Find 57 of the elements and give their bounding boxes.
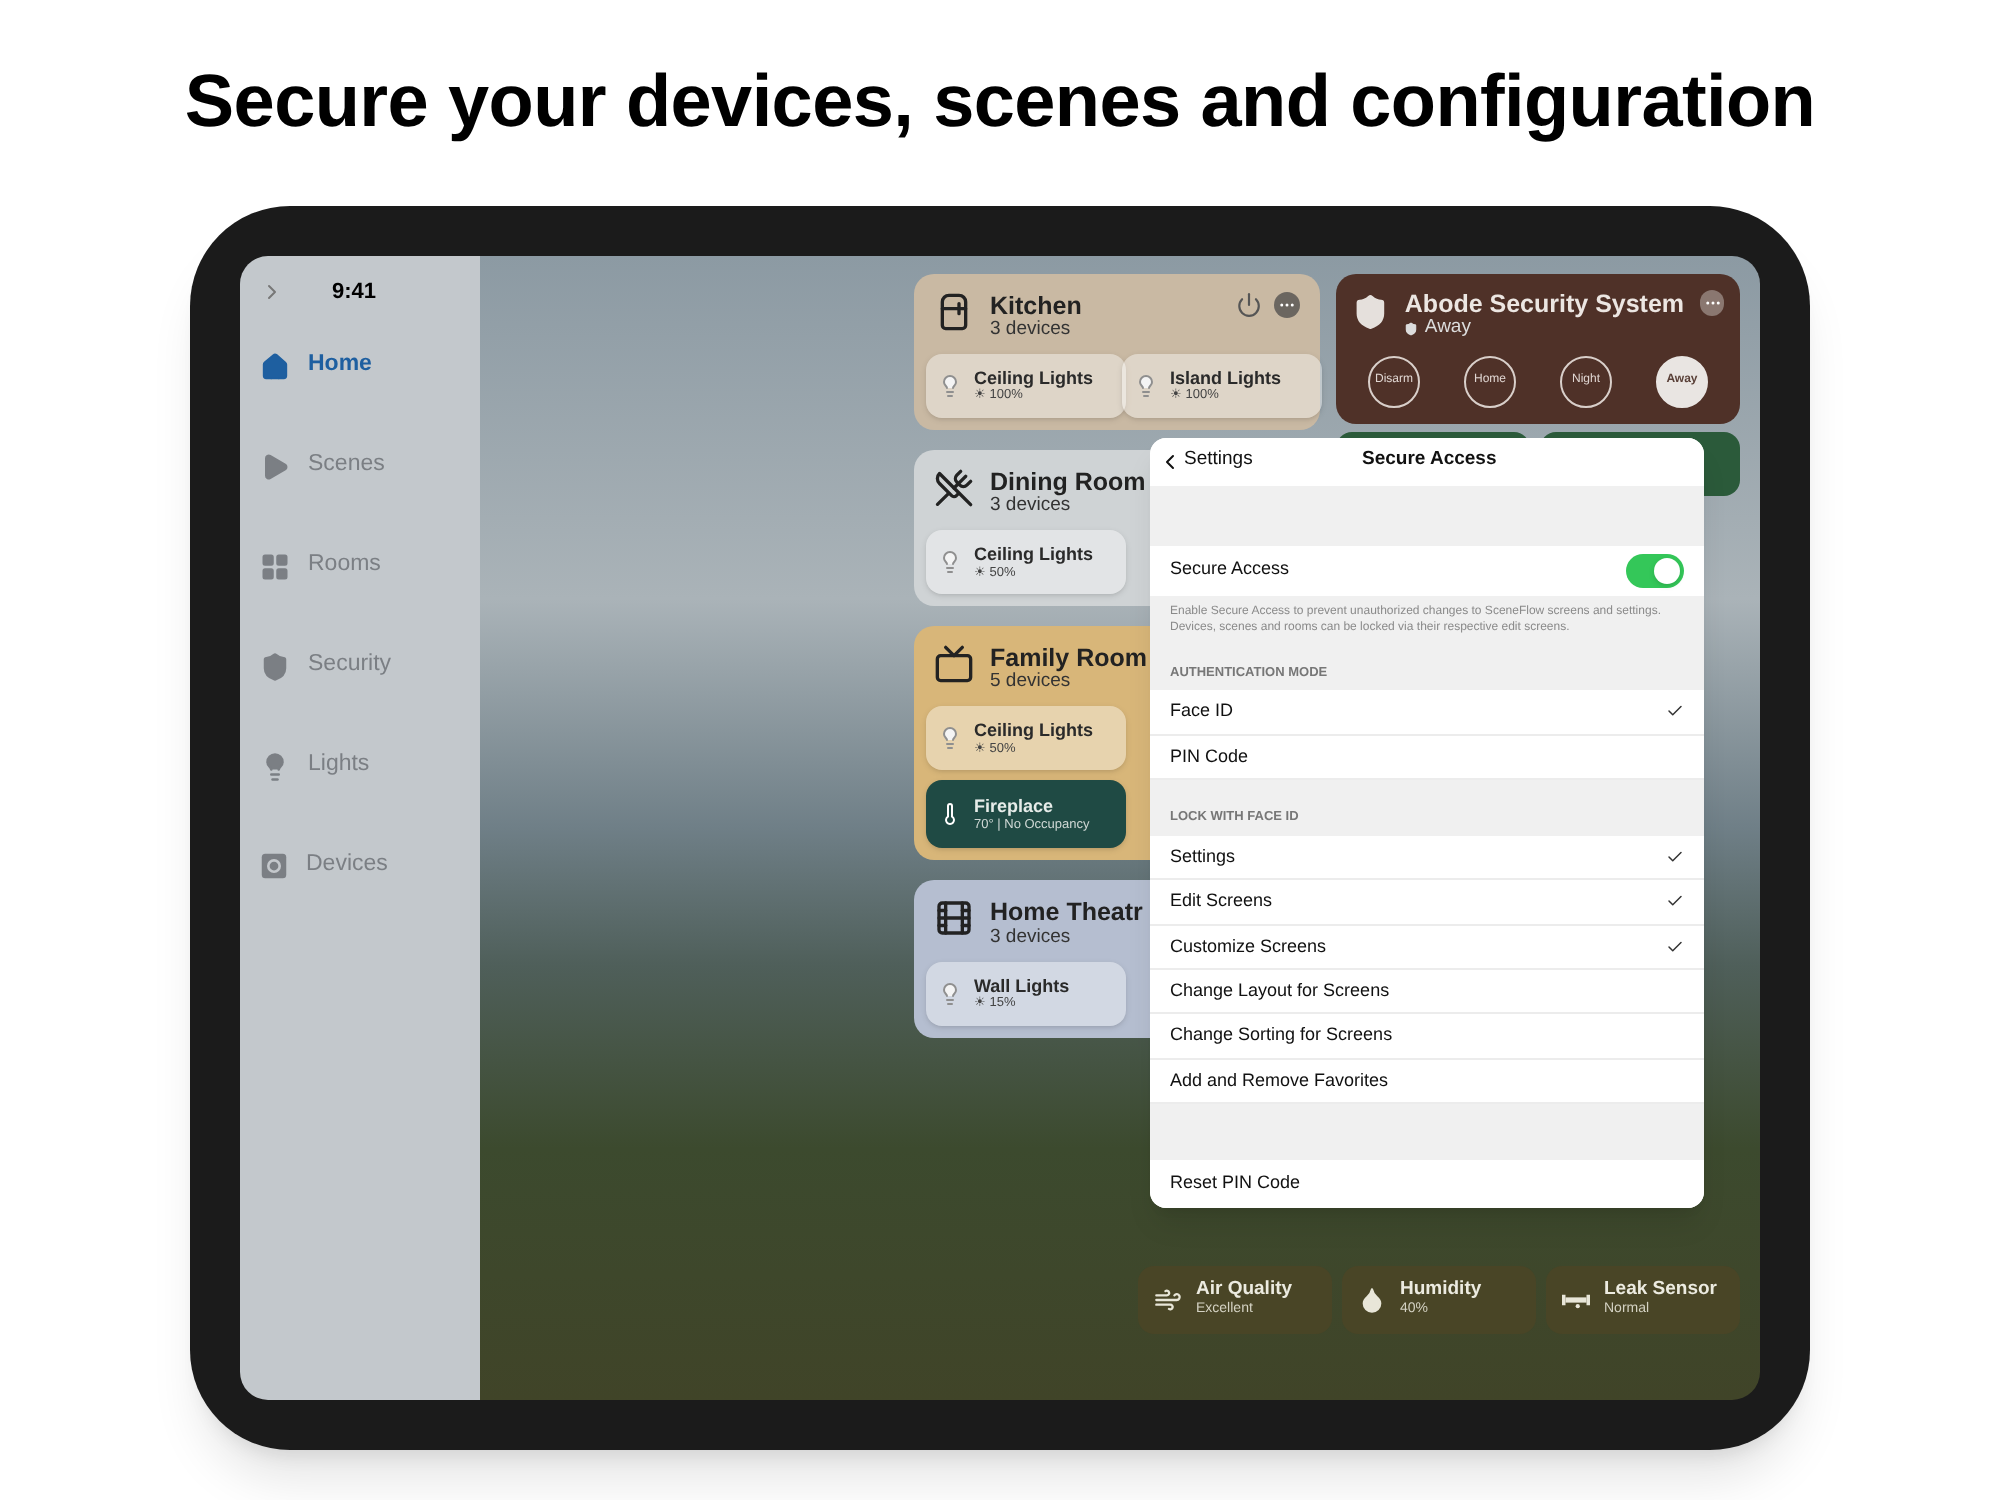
pipe-icon	[1562, 1289, 1590, 1309]
grid-icon	[260, 551, 290, 581]
room-subtitle: 3 devices	[990, 319, 1071, 342]
room-subtitle: 3 devices	[990, 927, 1071, 950]
settings-row[interactable]: Add and Remove Favorites	[1150, 1059, 1704, 1105]
status-time: 9:41	[332, 277, 377, 307]
settings-row[interactable]: Change Layout for Screens	[1150, 969, 1704, 1015]
device-name: Ceiling Lights	[974, 544, 1093, 566]
tv-icon	[934, 644, 974, 685]
room-title: Dining Room	[990, 467, 1146, 496]
settings-row[interactable]: PIN Code	[1150, 735, 1704, 781]
headline: Secure your devices, scenes and configuration	[184, 58, 1816, 146]
shield-icon	[1404, 321, 1419, 336]
wind-icon	[1154, 1285, 1182, 1313]
lightbulb-icon	[1134, 371, 1158, 400]
shield-icon	[260, 651, 290, 681]
film-icon	[934, 898, 974, 939]
room-title: Family Room	[990, 644, 1147, 673]
power-icon[interactable]	[1236, 291, 1262, 317]
sensor-name: Leak Sensor	[1604, 1280, 1717, 1302]
settings-row[interactable]: Edit Screens	[1150, 880, 1704, 926]
more-button[interactable]	[1700, 289, 1724, 315]
back-button[interactable]: Settings	[1158, 446, 1253, 476]
device-icon	[260, 852, 288, 880]
device-name: Ceiling Lights	[974, 367, 1093, 388]
lightbulb-icon	[938, 371, 962, 400]
lightbulb-icon	[938, 979, 962, 1008]
play-icon	[260, 451, 290, 481]
utensils-icon	[934, 467, 974, 508]
room-title: Home Theatr	[990, 898, 1143, 928]
room-subtitle: 5 devices	[990, 672, 1071, 695]
room-title: Kitchen	[990, 291, 1082, 320]
settings-row[interactable]: Face ID	[1150, 690, 1704, 736]
settings-row[interactable]: Change Sorting for Screens	[1150, 1014, 1704, 1060]
reset-button[interactable]: Reset PIN Code	[1150, 1160, 1704, 1209]
settings-row[interactable]: Customize Screens	[1150, 925, 1704, 970]
home-icon	[260, 351, 290, 381]
room-subtitle: 3 devices	[990, 496, 1071, 519]
sidebar-item[interactable]: Home	[260, 348, 460, 384]
shield-icon	[1352, 289, 1389, 333]
settings-row[interactable]: Settings	[1150, 835, 1704, 881]
sensor-name: Humidity	[1400, 1280, 1482, 1302]
droplet-icon	[1358, 1285, 1386, 1313]
more-button[interactable]	[1274, 291, 1300, 317]
lightbulb-icon	[938, 548, 962, 577]
device-name: Ceiling Lights	[974, 720, 1093, 742]
device-name: Fireplace	[974, 797, 1056, 818]
device-name: Island Lights	[1170, 367, 1282, 388]
lightbulb-icon	[260, 751, 290, 781]
sensor-name: Air Quality	[1196, 1280, 1293, 1301]
security-title: Abode Security System	[1404, 289, 1685, 318]
row-label: Secure Access	[1170, 556, 1290, 583]
lightbulb-icon	[938, 724, 962, 753]
device-name: Wall Lights	[974, 975, 1070, 996]
security-status: Away	[1424, 317, 1471, 340]
sheet-title: Secure Access	[1362, 446, 1497, 475]
toggle-switch[interactable]	[1626, 553, 1684, 587]
